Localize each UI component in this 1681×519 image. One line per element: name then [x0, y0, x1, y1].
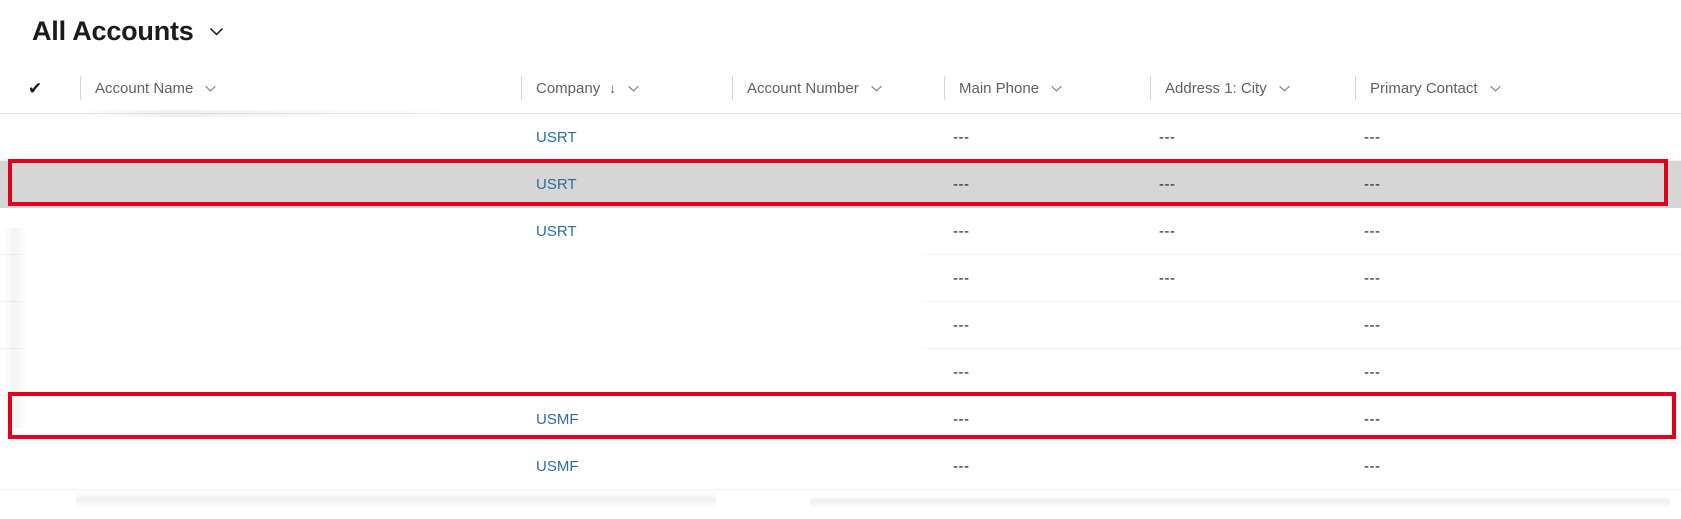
cell-company[interactable]: USMF	[521, 349, 732, 396]
cell-account_name	[80, 161, 530, 208]
cell-company[interactable]: USRT	[521, 255, 732, 302]
chevron-down-icon[interactable]	[1488, 81, 1503, 96]
column-header-account_name[interactable]: Account Name	[80, 62, 530, 114]
column-header-label: Company	[536, 79, 601, 97]
table-row[interactable]: USMF --- ---	[0, 349, 1681, 396]
cell-main_phone: ---	[953, 223, 970, 240]
cell-account_number	[732, 349, 944, 396]
cell-company[interactable]: USMF	[521, 302, 732, 349]
grid-column-header-row: ✔ Account Name Company ↓ Account Number Main…	[0, 62, 1681, 114]
chevron-down-icon[interactable]	[1277, 81, 1292, 96]
cell-account_number	[732, 114, 944, 161]
chevron-down-icon[interactable]	[207, 22, 226, 41]
table-row[interactable]: USRT --- --- ---	[0, 161, 1681, 208]
cell-company[interactable]: USRT	[521, 208, 732, 255]
checkmark-icon: ✔	[28, 78, 43, 98]
cell-account_number	[732, 302, 944, 349]
cell-main_phone: ---	[953, 129, 970, 146]
cell-main_phone: ---	[953, 458, 970, 475]
cell-address1_city	[1150, 443, 1355, 490]
cell-primary_contact: ---	[1364, 223, 1381, 240]
cell-address1_city	[1150, 396, 1355, 443]
table-row[interactable]: USMF --- ---	[0, 443, 1681, 490]
cell-account_number	[732, 208, 944, 255]
cell-address1_city: ---	[1159, 176, 1176, 193]
cell-main_phone: ---	[953, 317, 970, 334]
table-row[interactable]: USRT --- --- ---	[0, 255, 1681, 302]
cell-company[interactable]: USMF	[521, 396, 732, 443]
cell-company[interactable]: USRT	[521, 161, 732, 208]
cell-account_name	[80, 349, 530, 396]
column-header-company[interactable]: Company ↓	[521, 62, 732, 114]
column-header-label: Main Phone	[959, 79, 1040, 97]
cell-company[interactable]: USMF	[521, 443, 732, 490]
cell-address1_city	[1150, 302, 1355, 349]
cell-primary_contact: ---	[1364, 411, 1381, 428]
cell-primary_contact: ---	[1364, 364, 1381, 381]
select-all-checkbox[interactable]: ✔	[0, 62, 80, 114]
cell-primary_contact: ---	[1364, 317, 1381, 334]
page-title: All Accounts	[32, 15, 194, 46]
table-row[interactable]: USMF --- ---	[0, 302, 1681, 349]
cell-address1_city: ---	[1159, 129, 1176, 146]
column-header-label: Account Name	[95, 79, 194, 97]
cell-account_name	[80, 208, 530, 255]
cell-company[interactable]: USRT	[521, 114, 732, 161]
column-header-label: Address 1: City	[1165, 79, 1267, 97]
cell-main_phone: ---	[953, 176, 970, 193]
chevron-down-icon[interactable]	[869, 81, 884, 96]
cell-account_name	[80, 255, 530, 302]
chevron-down-icon[interactable]	[626, 81, 641, 96]
cell-primary_contact: ---	[1364, 129, 1381, 146]
table-row[interactable]: USMF --- ---	[0, 396, 1681, 443]
column-header-account_number[interactable]: Account Number	[732, 62, 944, 114]
cell-address1_city: ---	[1159, 270, 1176, 287]
column-header-primary_contact[interactable]: Primary Contact	[1355, 62, 1681, 114]
cell-main_phone: ---	[953, 270, 970, 287]
cell-account_number	[732, 255, 944, 302]
cell-primary_contact: ---	[1364, 270, 1381, 287]
cell-primary_contact: ---	[1364, 458, 1381, 475]
view-selector[interactable]: All Accounts	[0, 0, 1681, 62]
column-header-label: Account Number	[747, 79, 859, 97]
cell-address1_city	[1150, 349, 1355, 396]
cell-account_name	[80, 114, 530, 161]
cell-account_name	[80, 443, 530, 490]
account-grid-screen: All Accounts ✔ Account Name Company ↓ Accou…	[0, 0, 1681, 519]
cell-address1_city: ---	[1159, 223, 1176, 240]
cell-main_phone: ---	[953, 364, 970, 381]
cell-account_number	[732, 161, 944, 208]
grid-rows: USRT --- --- --- USRT --- --- --- USRT --- --- --- U…	[0, 114, 1681, 519]
cell-account_number	[732, 443, 944, 490]
table-row[interactable]: USRT --- --- ---	[0, 114, 1681, 161]
chevron-down-icon[interactable]	[1049, 81, 1064, 96]
sort-descending-icon: ↓	[609, 80, 617, 96]
chevron-down-icon[interactable]	[203, 81, 218, 96]
cell-account_name	[80, 302, 530, 349]
table-row[interactable]: USRT --- --- ---	[0, 208, 1681, 255]
column-header-main_phone[interactable]: Main Phone	[944, 62, 1150, 114]
column-header-address1_city[interactable]: Address 1: City	[1150, 62, 1355, 114]
cell-main_phone: ---	[953, 411, 970, 428]
cell-account_number	[732, 396, 944, 443]
cell-account_name	[80, 396, 530, 443]
cell-primary_contact: ---	[1364, 176, 1381, 193]
column-header-label: Primary Contact	[1370, 79, 1478, 97]
